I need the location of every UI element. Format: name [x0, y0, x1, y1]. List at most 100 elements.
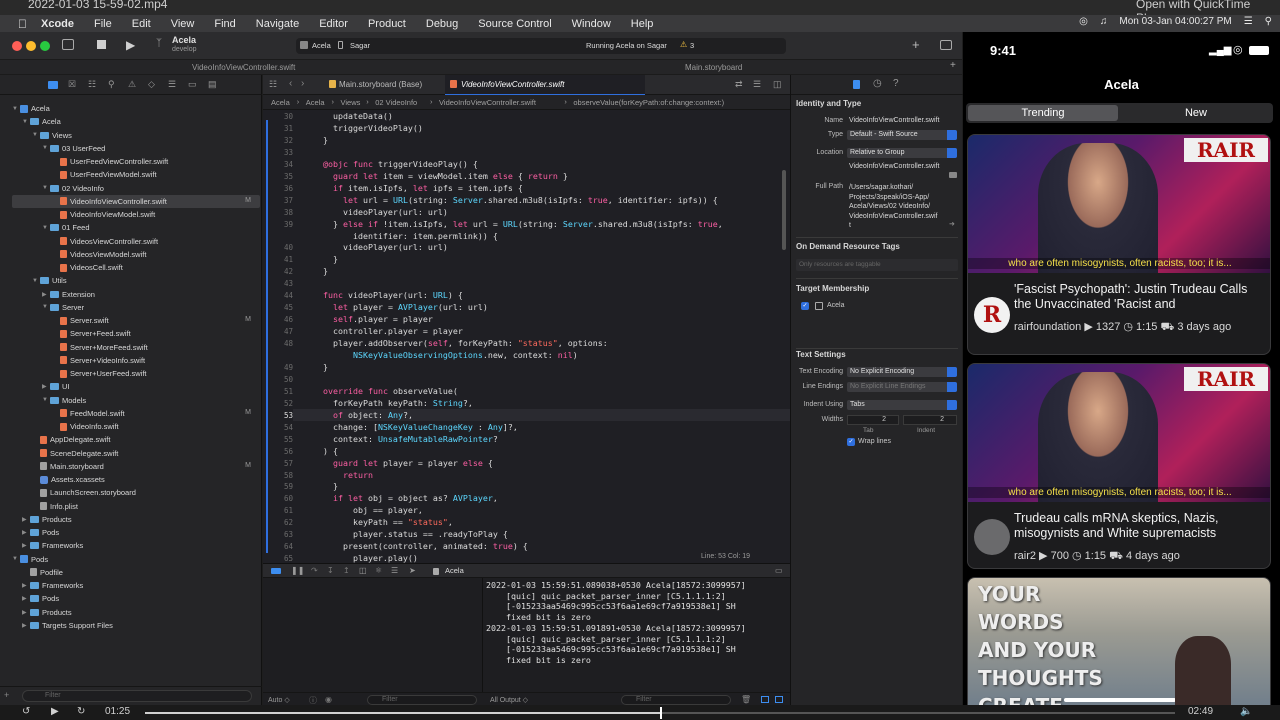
navigator-row[interactable]: Server+UserFeed.swift — [52, 367, 146, 380]
navigator-row[interactable]: ▼ Server — [42, 301, 84, 314]
step-over-icon[interactable]: ↷ — [311, 566, 318, 575]
code-line[interactable]: func videoPlayer(url: URL) { — [313, 290, 463, 300]
find-navigator-icon[interactable]: ⚲ — [108, 79, 115, 90]
code-line[interactable]: videoPlayer(url: url) — [313, 242, 448, 252]
debug-target[interactable]: Acela — [445, 566, 464, 575]
sidebar-toggle-icon[interactable] — [62, 39, 74, 50]
minimize-window-button[interactable] — [26, 41, 36, 51]
add-file-icon[interactable]: + — [4, 690, 9, 700]
navigator-row[interactable]: Server+MoreFeed.swift — [52, 341, 148, 354]
navigator-row[interactable]: ▼ Pods — [12, 553, 48, 566]
navigator-row[interactable]: ▼ Acela — [12, 102, 50, 115]
source-control-icon[interactable]: ☒ — [68, 79, 76, 90]
hide-debug-icon[interactable] — [271, 568, 281, 574]
navigator-row[interactable]: ▼ 02 VideoInfo — [42, 182, 104, 195]
code-line[interactable]: if let obj = object as? AVPlayer, — [313, 493, 498, 503]
variables-view[interactable] — [263, 578, 483, 692]
segment-trending[interactable]: Trending — [968, 105, 1118, 121]
disclosure-chevron-icon[interactable]: ▶ — [42, 291, 50, 298]
output-selector[interactable]: All Output ◇ — [490, 696, 528, 704]
navigator-row[interactable]: FeedModel.swift — [52, 407, 125, 420]
step-in-icon[interactable]: ↧ — [327, 566, 334, 575]
code-line[interactable]: if item.isIpfs, let ipfs = item.ipfs { — [313, 183, 523, 193]
disclosure-chevron-icon[interactable]: ▶ — [22, 516, 30, 523]
code-line[interactable]: updateData() — [313, 111, 393, 121]
disclosure-chevron-icon[interactable]: ▼ — [42, 304, 50, 310]
breadcrumb-item[interactable]: Acela — [306, 98, 325, 107]
forward-icon[interactable]: › — [301, 78, 304, 89]
disclosure-chevron-icon[interactable]: ▼ — [42, 225, 50, 231]
code-line[interactable]: @objc func triggerVideoPlay() { — [313, 159, 478, 169]
encoding-select[interactable]: No Explicit Encoding — [847, 367, 957, 377]
navigator-row[interactable]: VideosViewController.swift — [52, 235, 158, 248]
disclosure-chevron-icon[interactable]: ▶ — [22, 622, 30, 629]
device-selector[interactable]: Sagar — [350, 41, 370, 50]
disclosure-chevron-icon[interactable]: ▼ — [22, 119, 30, 125]
indent-using-select[interactable]: Tabs — [847, 400, 957, 410]
code-line[interactable]: } — [313, 135, 328, 145]
menu-item[interactable]: Source Control — [478, 18, 551, 30]
pause-icon[interactable]: ❚❚ — [291, 566, 304, 575]
code-line[interactable]: player.addObserver(self, forKeyPath: "st… — [313, 338, 608, 348]
menu-item[interactable]: Product — [368, 18, 406, 30]
code-line[interactable]: let player = AVPlayer(url: url) — [313, 302, 488, 312]
code-line[interactable]: override func observeValue( — [313, 386, 458, 396]
disclosure-chevron-icon[interactable]: ▶ — [22, 542, 30, 549]
file-inspector-icon[interactable] — [853, 80, 860, 89]
code-line[interactable]: } — [313, 481, 338, 491]
scrubber-playhead[interactable] — [660, 707, 662, 719]
video-card[interactable]: RAIR who are often misogynists, often ra… — [967, 363, 1271, 569]
warning-icon[interactable]: ⚠ — [680, 40, 687, 49]
rewind-icon[interactable]: ↺ — [22, 706, 30, 717]
navigator-row[interactable]: Podfile — [22, 566, 63, 579]
menu-item[interactable]: Navigate — [256, 18, 299, 30]
show-console-icon[interactable] — [775, 696, 783, 703]
console-output[interactable]: 2022-01-03 15:59:51.089038+0530 Acela[18… — [484, 578, 790, 692]
disclosure-chevron-icon[interactable]: ▼ — [32, 132, 40, 138]
breakpoint-navigator-icon[interactable]: ▭ — [188, 79, 197, 90]
navigator-row[interactable]: Server+VideoInfo.swift — [52, 354, 145, 367]
editor-tab-active[interactable]: VideoInfoViewController.swift — [445, 75, 645, 95]
code-line[interactable]: } — [313, 362, 328, 372]
folder-icon[interactable] — [949, 172, 957, 178]
video-title[interactable]: Trudeau calls mRNA skeptics, Nazis, miso… — [1014, 511, 1264, 541]
video-card[interactable]: RAIR who are often misogynists, often ra… — [967, 134, 1271, 355]
disclosure-chevron-icon[interactable]: ▶ — [42, 383, 50, 390]
menu-item[interactable]: Find — [214, 18, 235, 30]
navigator-row[interactable]: LaunchScreen.storyboard — [32, 486, 136, 499]
tab-width-stepper[interactable]: 2 — [847, 415, 899, 425]
channel-avatar-placeholder[interactable] — [974, 519, 1010, 555]
video-title[interactable]: 'Fascist Psychopath': Justin Trudeau Cal… — [1014, 282, 1264, 312]
navigator-row[interactable]: ▶ Pods — [22, 526, 59, 539]
window-tab[interactable]: VideoInfoViewController.swift — [192, 63, 295, 72]
channel-avatar[interactable]: R — [974, 297, 1010, 333]
indent-width-stepper[interactable]: 2 — [903, 415, 957, 425]
stop-icon[interactable] — [97, 40, 106, 49]
code-line[interactable]: of object: Any?, — [313, 410, 413, 420]
disclosure-chevron-icon[interactable]: ▼ — [32, 278, 40, 284]
target-checkbox[interactable]: ✓ — [801, 302, 809, 310]
scrubber-track[interactable] — [145, 707, 1175, 719]
help-inspector-icon[interactable]: ? — [893, 78, 899, 89]
console-filter-input[interactable]: Filter — [621, 695, 731, 705]
disclosure-chevron-icon[interactable]: ▼ — [42, 145, 50, 151]
disclosure-chevron-icon[interactable]: ▼ — [12, 106, 20, 112]
related-items-icon[interactable]: ☷ — [269, 79, 277, 90]
code-line[interactable]: player.status == .readyToPlay { — [313, 529, 508, 539]
navigator-row[interactable]: ▶ Targets Support Files — [22, 619, 113, 632]
wifi-icon[interactable]: ◎ — [1079, 16, 1088, 27]
code-line[interactable]: } — [313, 266, 328, 276]
navigator-row[interactable]: Main.storyboard — [32, 460, 104, 473]
navigator-row[interactable]: ▶ Products — [22, 606, 72, 619]
menu-item[interactable]: Help — [631, 18, 654, 30]
editor-scrollbar[interactable] — [782, 170, 786, 250]
new-tab-icon[interactable]: + — [950, 60, 956, 71]
close-window-button[interactable] — [12, 41, 22, 51]
navigator-row[interactable]: ▼ Acela — [22, 115, 61, 128]
breadcrumb-item[interactable]: Views — [341, 98, 361, 107]
navigator-row[interactable]: ▼ Views — [32, 129, 72, 142]
disclosure-chevron-icon[interactable]: ▶ — [22, 529, 30, 536]
code-line[interactable]: forKeyPath keyPath: String?, — [313, 398, 473, 408]
menu-item[interactable]: Editor — [319, 18, 348, 30]
navigator-row[interactable]: Server+Feed.swift — [52, 327, 131, 340]
